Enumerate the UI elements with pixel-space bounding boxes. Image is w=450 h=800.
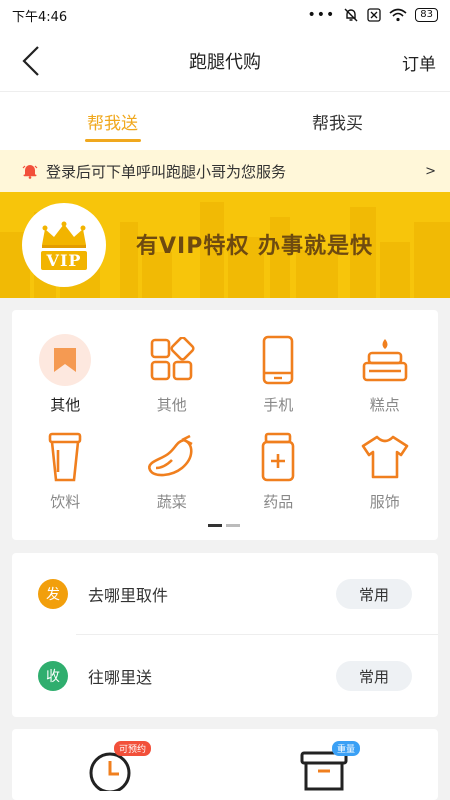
category-grid: 其他 其他 手机 糕点 饮料 蔬菜 药品 服饰 (12, 332, 438, 512)
mute-bell-icon (344, 8, 358, 22)
category-label: 饮料 (50, 493, 81, 511)
pickup-frequent-button[interactable]: 常用 (336, 579, 412, 609)
eggplant-icon (144, 429, 200, 485)
vip-slogan: 有VIP特权 办事就是快 (136, 234, 373, 259)
category-label: 手机 (263, 396, 294, 414)
chevron-right-icon: > (425, 163, 436, 179)
bell-icon (22, 165, 38, 179)
sim-off-icon (367, 8, 381, 22)
page-title: 跑腿代购 (189, 51, 261, 73)
page-dot-active (208, 524, 222, 527)
page-dot (226, 524, 240, 527)
nav-bar: 跑腿代购 订单 (0, 30, 450, 92)
vip-banner[interactable]: VIP 有VIP特权 办事就是快 (0, 192, 450, 298)
category-card: 其他 其他 手机 糕点 饮料 蔬菜 药品 服饰 (12, 310, 438, 540)
tshirt-icon (357, 429, 413, 485)
weight-option[interactable]: 重量 (298, 741, 361, 795)
address-card: 发 去哪里取件 常用 收 往哪里送 常用 (12, 553, 438, 717)
wifi-icon (389, 8, 407, 22)
pickup-row[interactable]: 发 去哪里取件 常用 (12, 553, 438, 635)
category-cake[interactable]: 糕点 (332, 332, 439, 415)
category-label: 糕点 (369, 396, 400, 414)
login-notice[interactable]: 登录后可下单呼叫跑腿小哥为您服务 > (0, 150, 450, 192)
category-other-selected[interactable]: 其他 (12, 332, 119, 415)
status-time: 下午4:46 (12, 9, 68, 25)
category-vegetable[interactable]: 蔬菜 (119, 429, 226, 512)
cake-icon (357, 332, 413, 388)
deliver-frequent-button[interactable]: 常用 (336, 661, 412, 691)
category-medicine[interactable]: 药品 (225, 429, 332, 512)
battery-icon: 83 (415, 8, 438, 22)
grid-icon (144, 332, 200, 388)
vip-badge: VIP (22, 203, 106, 287)
category-clothing[interactable]: 服饰 (332, 429, 439, 512)
schedule-tag: 可预约 (114, 741, 152, 756)
receive-badge: 收 (38, 661, 68, 691)
schedule-option[interactable]: 可预约 (88, 741, 152, 795)
tab-help-send[interactable]: 帮我送 (0, 92, 225, 150)
more-dots-icon: ••• (307, 7, 336, 23)
phone-icon (250, 332, 306, 388)
category-label: 其他 (156, 396, 187, 414)
weight-tag: 重量 (332, 741, 361, 756)
tab-help-buy[interactable]: 帮我买 (225, 92, 450, 150)
status-icons: ••• 83 (307, 7, 438, 23)
medicine-icon (250, 429, 306, 485)
category-label: 服饰 (369, 493, 400, 511)
options-card: 可预约 重量 (12, 729, 438, 800)
vip-label: VIP (40, 250, 88, 270)
deliver-row[interactable]: 收 往哪里送 常用 (12, 635, 438, 717)
category-drink[interactable]: 饮料 (12, 429, 119, 512)
category-label: 蔬菜 (156, 493, 187, 511)
mode-tabs: 帮我送 帮我买 (0, 92, 450, 150)
cup-icon (37, 429, 93, 485)
category-phone[interactable]: 手机 (225, 332, 332, 415)
back-arrow-icon[interactable] (18, 44, 48, 78)
crown-icon (42, 221, 86, 248)
category-label: 其他 (50, 396, 81, 414)
send-badge: 发 (38, 579, 68, 609)
orders-link[interactable]: 订单 (402, 50, 436, 75)
deliver-address-field[interactable]: 往哪里送 (88, 664, 336, 688)
category-label: 药品 (263, 493, 294, 511)
category-other[interactable]: 其他 (119, 332, 226, 415)
status-bar: 下午4:46 ••• 83 (0, 0, 450, 30)
page-indicator (208, 524, 240, 527)
bookmark-icon (39, 334, 92, 386)
pickup-address-field[interactable]: 去哪里取件 (88, 582, 336, 606)
notice-text: 登录后可下单呼叫跑腿小哥为您服务 (46, 162, 287, 181)
